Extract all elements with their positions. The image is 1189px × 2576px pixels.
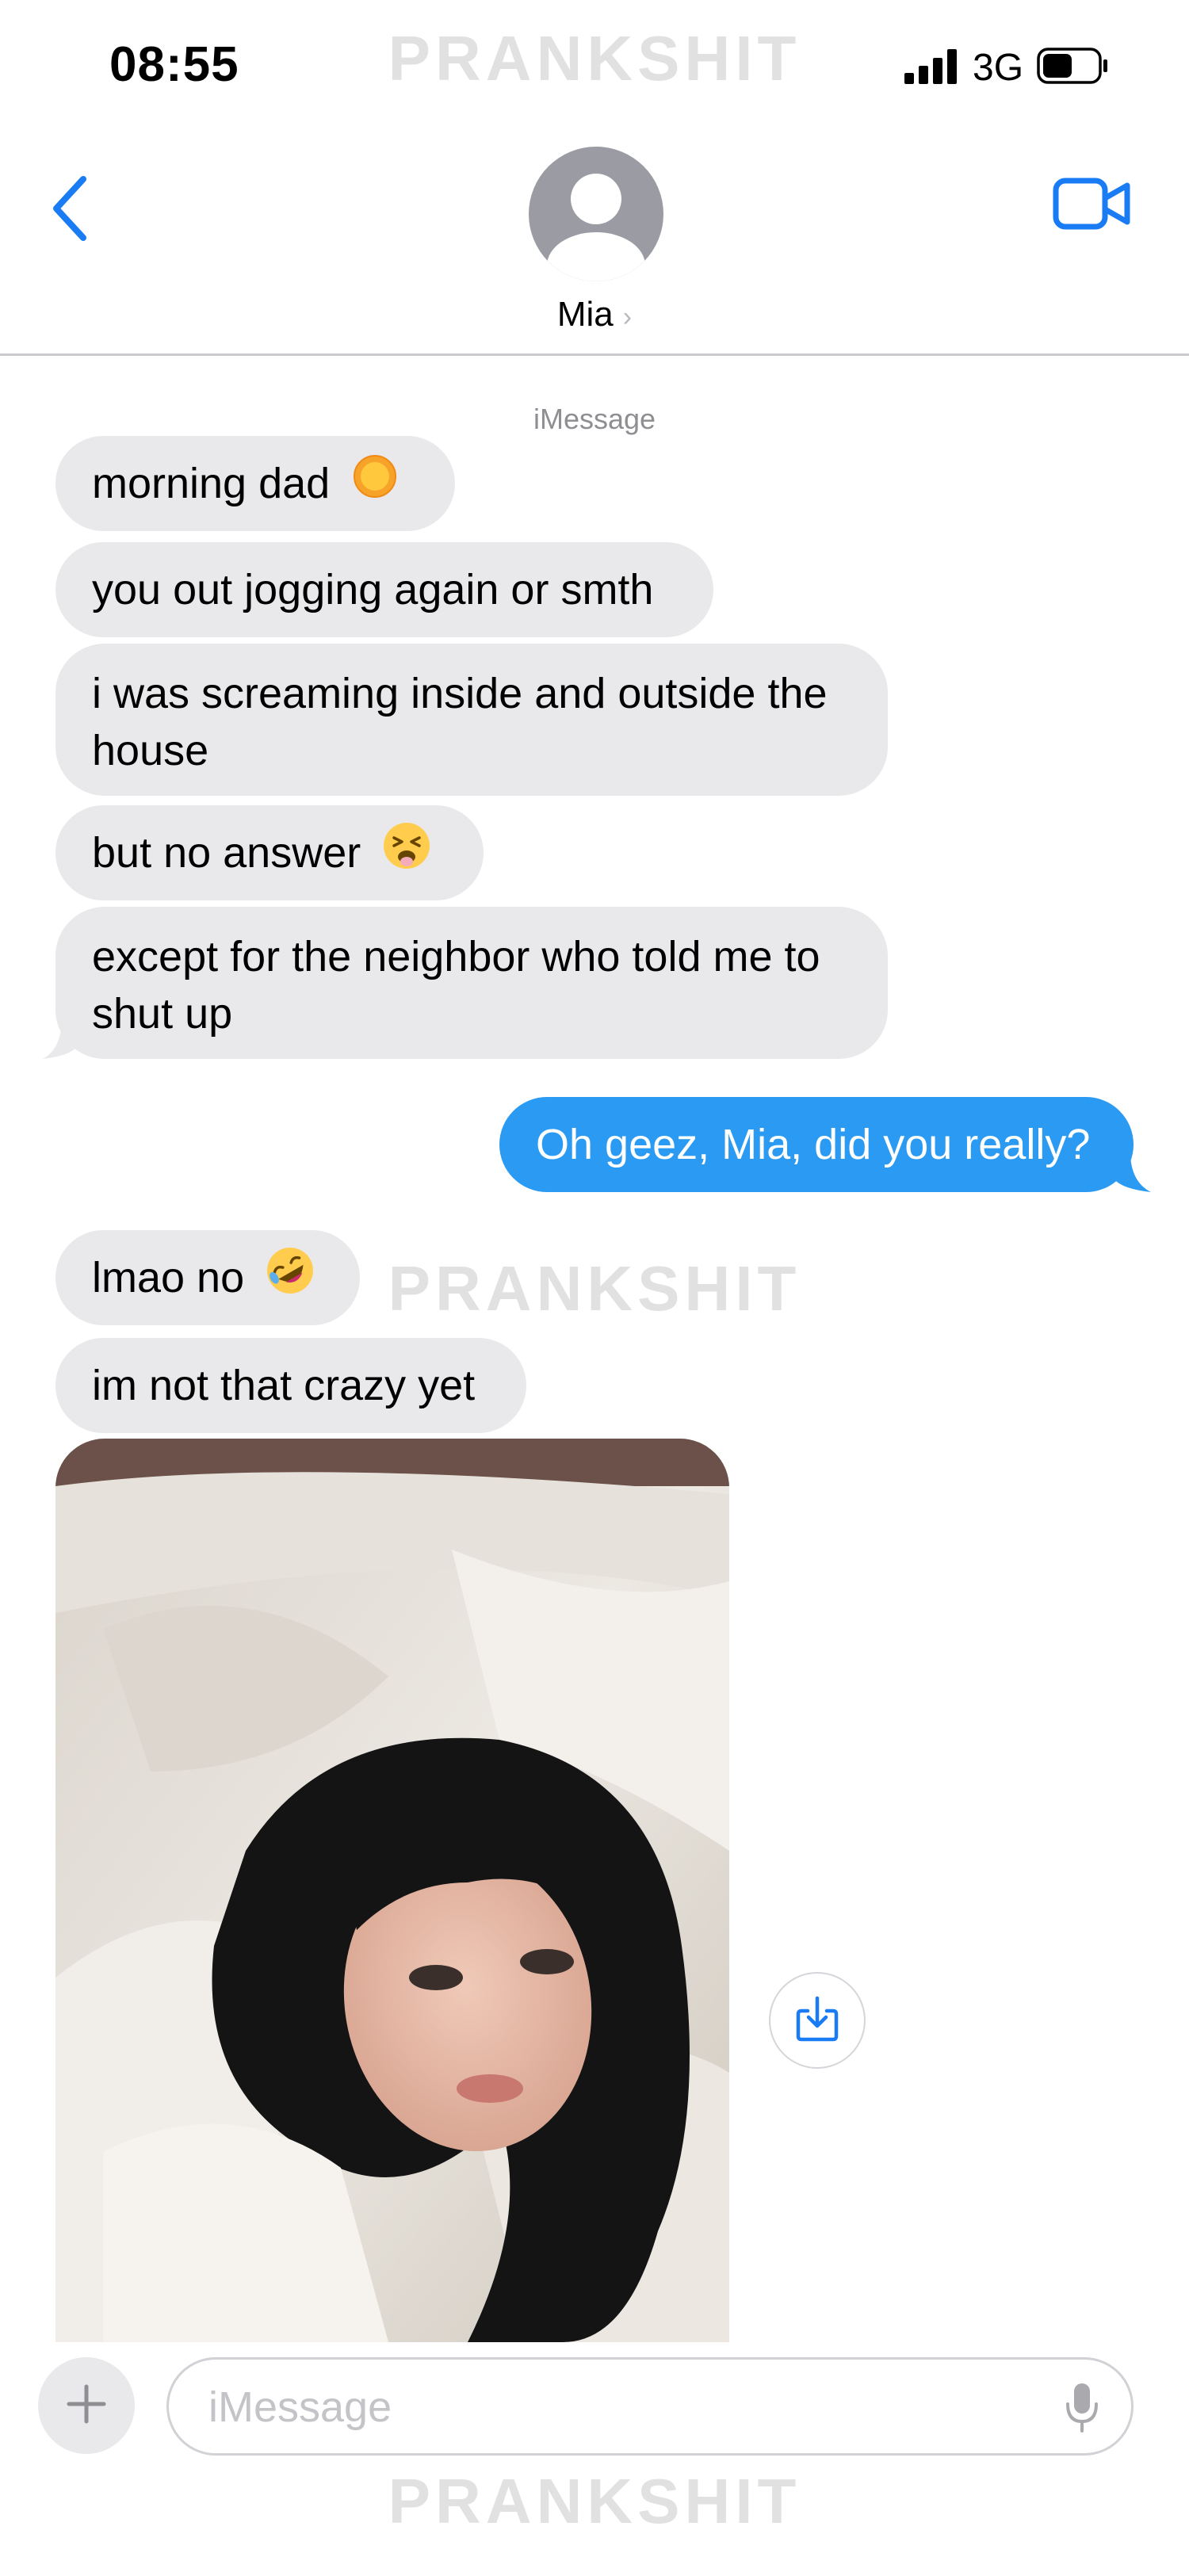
- network-type: 3G: [973, 47, 1024, 89]
- back-button[interactable]: [41, 166, 97, 254]
- selfie-photo: [55, 1439, 729, 2342]
- message-composer[interactable]: [166, 2357, 1134, 2456]
- header-divider: [0, 354, 1189, 356]
- message-bubble-incoming[interactable]: morning dad: [55, 436, 455, 531]
- message-bubble-outgoing[interactable]: Oh geez, Mia, did you really?: [499, 1097, 1134, 1192]
- cellular-signal-icon: [904, 49, 958, 88]
- message-text: Oh geez, Mia, did you really?: [536, 1121, 1091, 1168]
- add-attachment-button[interactable]: [38, 2357, 135, 2454]
- message-text: i was screaming inside and outside the h…: [92, 670, 828, 774]
- chevron-left-icon: [50, 175, 88, 245]
- rolling-on-floor-laughing-emoji: [265, 1245, 315, 1310]
- message-bubble-incoming[interactable]: you out jogging again or smth: [55, 542, 713, 637]
- message-bubble-incoming[interactable]: except for the neighbor who told me to s…: [55, 907, 888, 1059]
- message-input[interactable]: [207, 2360, 1019, 2455]
- contact-avatar[interactable]: [529, 147, 663, 285]
- message-bubble-incoming[interactable]: but no answer: [55, 805, 484, 900]
- message-text: except for the neighbor who told me to s…: [92, 933, 820, 1038]
- tired-face-emoji: [381, 820, 432, 885]
- message-text: but no answer: [92, 829, 361, 877]
- message-text: morning dad: [92, 460, 331, 507]
- watermark-bottom: PRANKSHIT: [388, 2466, 801, 2536]
- contact-name-button[interactable]: Mia ›: [0, 295, 1189, 334]
- microphone-icon[interactable]: [1065, 2382, 1099, 2438]
- message-bubble-incoming[interactable]: im not that crazy yet: [55, 1338, 526, 1433]
- message-text: lmao no: [92, 1254, 245, 1301]
- photo-message[interactable]: [55, 1439, 729, 2342]
- message-bubble-incoming[interactable]: lmao no: [55, 1230, 360, 1325]
- service-label: iMessage: [533, 403, 656, 435]
- bubble-tail-incoming: [43, 1015, 78, 1059]
- message-text: im not that crazy yet: [92, 1362, 476, 1409]
- bubble-tail-outgoing: [1114, 1148, 1151, 1192]
- sun-emoji: [350, 452, 400, 515]
- message-bubble-incoming[interactable]: i was screaming inside and outside the h…: [55, 644, 888, 796]
- save-photo-button[interactable]: [769, 1972, 866, 2069]
- contact-name: Mia: [556, 295, 614, 334]
- video-camera-icon: [1053, 178, 1132, 235]
- save-download-icon: [795, 1995, 839, 2047]
- chevron-right-icon: ›: [622, 302, 633, 332]
- message-text: you out jogging again or smth: [92, 566, 654, 613]
- status-time: 08:55: [109, 37, 239, 92]
- battery-icon: [1037, 48, 1108, 88]
- facetime-video-button[interactable]: [1053, 176, 1132, 235]
- plus-icon: [66, 2383, 107, 2429]
